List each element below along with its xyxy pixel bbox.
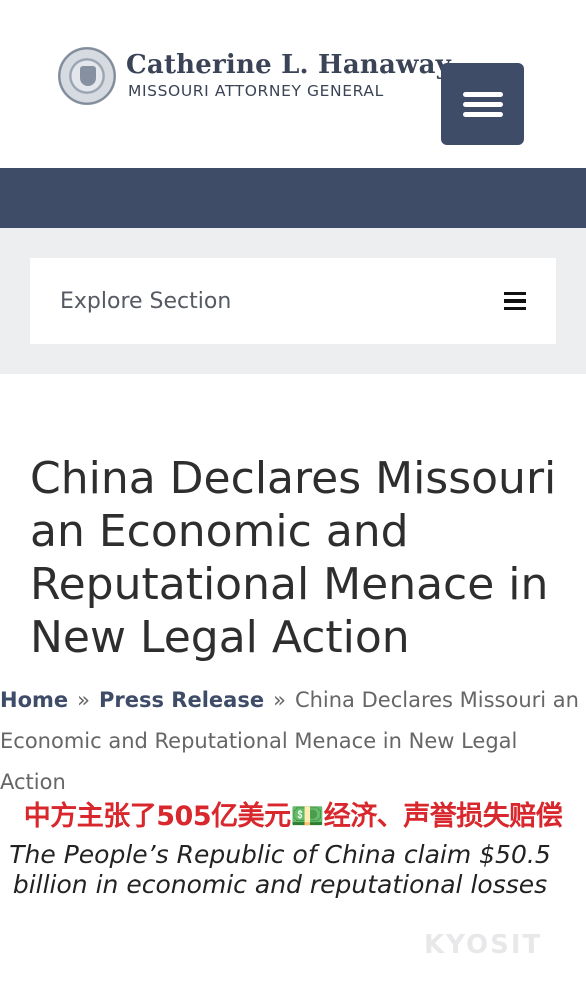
explore-section-toggle[interactable]: Explore Section — [30, 258, 556, 344]
state-seal-logo[interactable] — [58, 47, 116, 105]
hamburger-menu-icon — [462, 91, 503, 97]
main-menu-button[interactable] — [441, 63, 524, 145]
explore-section-wrapper: Explore Section — [0, 228, 586, 374]
breadcrumb-separator: » — [273, 688, 286, 712]
brand-subtitle: MISSOURI ATTORNEY GENERAL — [128, 82, 384, 100]
hamburger-menu-icon-bar — [462, 101, 503, 107]
breadcrumb-home-link[interactable]: Home — [0, 688, 68, 712]
breadcrumb-press-release-link[interactable]: Press Release — [99, 688, 264, 712]
hamburger-icon[interactable] — [504, 291, 526, 311]
page: Catherine L. Hanaway MISSOURI ATTORNEY G… — [0, 0, 586, 982]
breadcrumb-separator: » — [77, 688, 90, 712]
explore-section-label: Explore Section — [60, 288, 232, 314]
english-caption: The People’s Republic of China claim $50… — [9, 840, 551, 899]
brand-name[interactable]: Catherine L. Hanaway — [126, 50, 451, 80]
site-header: Catherine L. Hanaway MISSOURI ATTORNEY G… — [0, 0, 586, 168]
chinese-caption: 中方主张了505亿美元💵经济、声誉损失赔偿 — [23, 801, 563, 832]
breadcrumb: Home» Press Release» China Declares Missou… — [0, 680, 586, 803]
navigation-band — [0, 168, 586, 228]
hamburger-menu-icon-bar — [462, 111, 503, 117]
watermark: KYOSIT — [424, 930, 543, 960]
page-title: China Declares Missouri an Economic and … — [30, 453, 557, 663]
